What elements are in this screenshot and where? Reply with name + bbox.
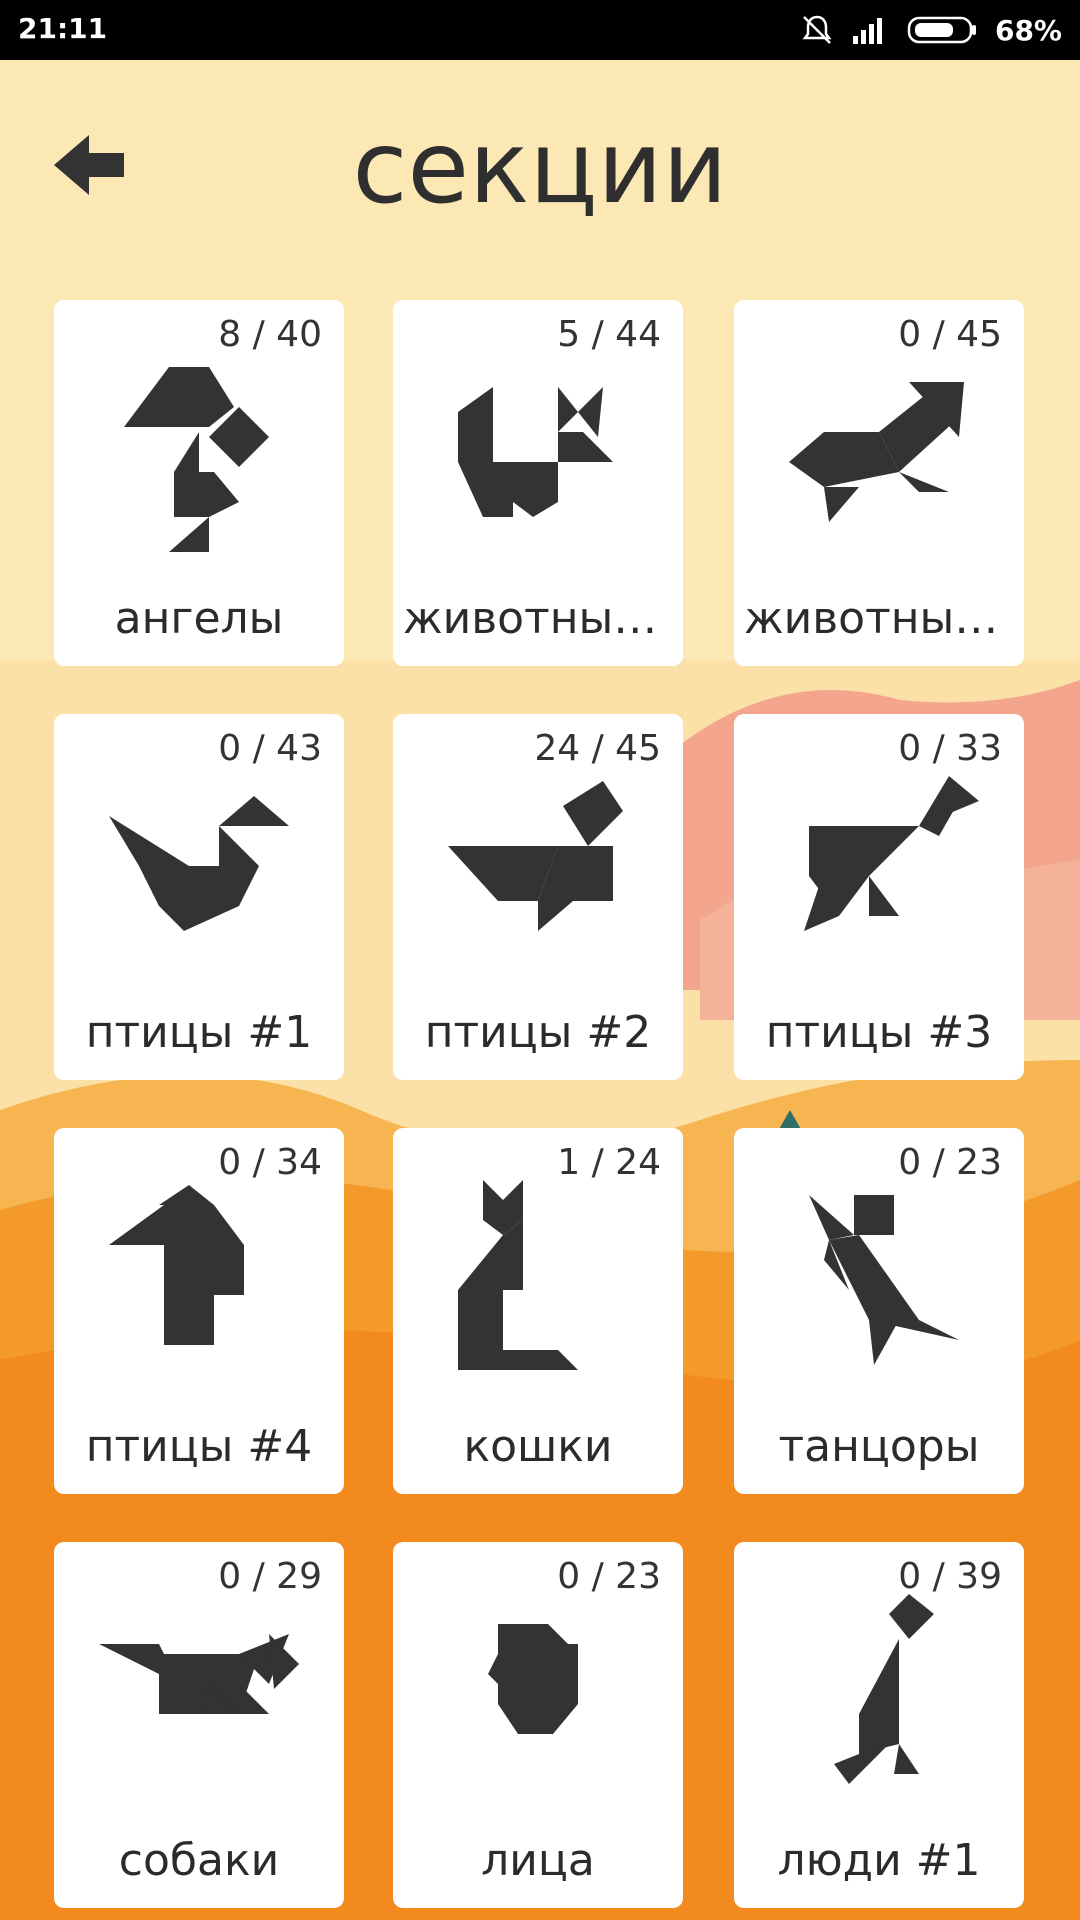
section-card-birds-2[interactable]: 24 / 45 птицы #2 xyxy=(393,714,683,1080)
person-figure-icon xyxy=(834,1594,934,1784)
section-progress: 1 / 24 xyxy=(557,1142,661,1183)
section-card-people-1[interactable]: 0 / 39 люди #1 xyxy=(734,1542,1024,1908)
section-progress: 0 / 39 xyxy=(898,1556,1002,1597)
section-card-faces[interactable]: 0 / 23 лица xyxy=(393,1542,683,1908)
section-progress: 0 / 23 xyxy=(557,1556,661,1597)
animal-figure-icon xyxy=(789,382,964,522)
section-label: животные... xyxy=(744,593,1024,644)
section-progress: 0 / 45 xyxy=(898,314,1002,355)
bird-figure-icon xyxy=(109,796,289,931)
section-card-animals-2[interactable]: 0 / 45 животные... xyxy=(734,300,1024,666)
section-label: собаки xyxy=(118,1835,280,1886)
dancer-figure-icon xyxy=(809,1195,959,1365)
bird-figure-icon xyxy=(109,1185,244,1345)
section-label: птицы #4 xyxy=(85,1421,313,1472)
section-card-cats[interactable]: 1 / 24 кошки xyxy=(393,1128,683,1494)
section-label: люди #1 xyxy=(777,1835,981,1886)
animal-figure-icon xyxy=(458,387,613,517)
section-label: кошки xyxy=(463,1421,613,1472)
section-label: животные... xyxy=(403,593,683,644)
section-card-birds-1[interactable]: 0 / 43 птицы #1 xyxy=(54,714,344,1080)
section-progress: 5 / 44 xyxy=(557,314,661,355)
section-progress: 0 / 43 xyxy=(218,728,322,769)
section-card-dogs[interactable]: 0 / 29 собаки xyxy=(54,1542,344,1908)
section-label: птицы #2 xyxy=(424,1007,652,1058)
cat-figure-icon xyxy=(458,1180,578,1370)
section-card-angels[interactable]: 8 / 40 ангелы xyxy=(54,300,344,666)
dog-figure-icon xyxy=(99,1634,299,1714)
section-progress: 0 / 33 xyxy=(898,728,1002,769)
section-label: лица xyxy=(481,1835,595,1886)
section-progress: 0 / 34 xyxy=(218,1142,322,1183)
section-label: птицы #1 xyxy=(85,1007,313,1058)
section-label: птицы #3 xyxy=(765,1007,993,1058)
section-card-birds-4[interactable]: 0 / 34 птицы #4 xyxy=(54,1128,344,1494)
section-card-dancers[interactable]: 0 / 23 танцоры xyxy=(734,1128,1024,1494)
section-label: танцоры xyxy=(778,1421,980,1472)
bird-figure-icon xyxy=(448,781,623,931)
section-card-animals-1[interactable]: 5 / 44 животные... xyxy=(393,300,683,666)
section-progress: 8 / 40 xyxy=(218,314,322,355)
bird-figure-icon xyxy=(804,776,979,931)
section-card-birds-3[interactable]: 0 / 33 птицы #3 xyxy=(734,714,1024,1080)
face-figure-icon xyxy=(488,1624,578,1734)
section-label: ангелы xyxy=(114,593,284,644)
section-progress: 0 / 29 xyxy=(218,1556,322,1597)
sections-grid: 8 / 40 ангелы 5 / 44 животные... 0 / 45 xyxy=(0,0,1080,1920)
section-progress: 0 / 23 xyxy=(898,1142,1002,1183)
angel-figure-icon xyxy=(124,367,269,552)
section-progress: 24 / 45 xyxy=(534,728,661,769)
